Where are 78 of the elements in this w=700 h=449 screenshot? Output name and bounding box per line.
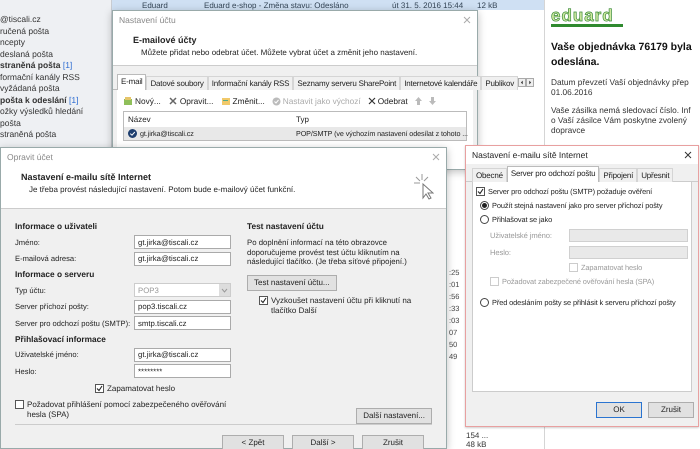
column-header: Název bbox=[128, 115, 152, 124]
folder-item[interactable]: formační kanály RSS bbox=[0, 72, 111, 83]
section-title: Přihlašovací informace bbox=[15, 332, 107, 346]
tab[interactable]: Internetové kalendáře bbox=[400, 76, 482, 90]
checkbox[interactable] bbox=[95, 384, 104, 392]
auto-test-checkbox[interactable]: Vyzkoušet nastavení účtu při kliknutí na tlačítko Další bbox=[259, 296, 432, 316]
close-icon[interactable] bbox=[684, 151, 692, 159]
message-size: 12 kB bbox=[477, 0, 498, 10]
cursor-sparkle-icon bbox=[412, 172, 434, 200]
dialog-button[interactable]: Další > bbox=[292, 434, 354, 449]
scroll-right-icon[interactable] bbox=[526, 78, 534, 87]
folder-item[interactable]: ožky výsledků hledání bbox=[0, 106, 111, 118]
tab[interactable]: Seznamy serveru SharePoint bbox=[293, 76, 400, 90]
dialog-heading: E-mailové účty bbox=[133, 35, 198, 45]
folder-item[interactable]: @tiscali.cz bbox=[0, 14, 111, 26]
toolbar-button[interactable]: Odebrat bbox=[368, 96, 408, 106]
dialog-button[interactable]: Zrušit bbox=[648, 402, 694, 418]
tab[interactable]: Server pro odchozí poštu bbox=[506, 166, 600, 182]
dialog-button[interactable]: Zrušit bbox=[362, 434, 424, 449]
email-heading: Vaše objednávka 76179 byla bbox=[551, 41, 693, 54]
dialog-button[interactable]: OK bbox=[596, 402, 642, 418]
section-title: Test nastavení účtu bbox=[247, 220, 325, 233]
tab[interactable]: Připojení bbox=[599, 168, 638, 182]
email-text: o Vaší zásilce Vám poskytne zvolený bbox=[551, 115, 688, 125]
toolbar-button[interactable]: Změnit... bbox=[220, 96, 265, 106]
test-button[interactable]: Test nastavení účtu... bbox=[247, 274, 337, 290]
section-title: Informace o uživateli bbox=[15, 220, 98, 233]
checkbox[interactable] bbox=[476, 187, 485, 196]
window-title: Nastavení účtu bbox=[119, 15, 176, 25]
email-text: 01.06.2016 bbox=[551, 87, 594, 97]
tab[interactable]: Publikov bbox=[481, 76, 518, 90]
tab[interactable]: E-mail bbox=[117, 74, 146, 90]
toolbar-button[interactable]: Opravit... bbox=[168, 96, 214, 106]
email-text: dopravce bbox=[551, 125, 586, 135]
folder-item[interactable]: vyžádaná pošta bbox=[0, 83, 111, 94]
checkbox[interactable] bbox=[15, 400, 24, 408]
remove-icon bbox=[368, 97, 376, 105]
message-subject: Eduard e-shop - Změna stavu: Odesláno bbox=[204, 0, 350, 10]
folder-item[interactable]: pošta bbox=[0, 118, 111, 129]
section-title: Informace o serveru bbox=[15, 268, 96, 281]
tab[interactable]: Informační kanály RSS bbox=[208, 76, 294, 90]
window-title: Nastavení e-mailu sítě Internet bbox=[472, 150, 588, 160]
mailbox-icon bbox=[123, 96, 133, 106]
folder-item[interactable]: pošta k odeslání [1] bbox=[0, 94, 111, 106]
column-header: Typ bbox=[296, 115, 310, 124]
email-heading: odeslána. bbox=[551, 56, 600, 69]
check-circle-icon bbox=[272, 96, 281, 106]
email-text: Datum převzetí Vaší objednávky přep bbox=[551, 77, 690, 87]
folder-item[interactable]: ncepty bbox=[0, 37, 111, 48]
folder-item[interactable]: straněná pošta [1] bbox=[0, 60, 111, 72]
email-text: Vaše zásilka nemá sledovací číslo. Inf bbox=[551, 105, 692, 115]
dialog-heading: Nastavení e-mailu sítě Internet bbox=[21, 172, 152, 182]
tab[interactable]: Obecné bbox=[472, 168, 507, 182]
spa-checkbox[interactable]: Požadovat přihlášení pomocí zabezpečeného ověřování hesla (SPA) bbox=[15, 400, 231, 420]
checkbox[interactable] bbox=[259, 296, 268, 304]
window-title: Opravit účet bbox=[7, 152, 53, 162]
logo: eduard bbox=[551, 8, 623, 27]
dialog-subtitle: Můžete přidat nebo odebrat účet. Můžete vybrat účet a změnit jeho nastavení. bbox=[140, 48, 418, 57]
folder-item[interactable]: straněná pošta bbox=[0, 129, 111, 140]
remember-password-checkbox[interactable]: Zapamatovat heslo bbox=[95, 384, 231, 394]
tab[interactable]: Upřesnit bbox=[637, 168, 674, 182]
radio-button[interactable] bbox=[480, 298, 489, 307]
message-size: 154 ... bbox=[466, 431, 488, 440]
folder-item[interactable]: ručená pošta bbox=[0, 26, 111, 37]
radio-button[interactable] bbox=[480, 201, 489, 210]
radio-button[interactable] bbox=[480, 215, 489, 224]
dialog-subtitle: Je třeba provést následující nastavení. Potom bude e-mailový účet funkční. bbox=[28, 185, 296, 194]
tab[interactable]: Datové soubory bbox=[146, 76, 208, 90]
message-date: út 31. 5. 2016 15:44 bbox=[392, 0, 464, 10]
card-icon bbox=[220, 96, 230, 106]
folder-item[interactable]: deslaná pošta bbox=[0, 48, 111, 60]
more-settings-button[interactable]: Další nastavení... bbox=[356, 408, 432, 424]
dialog-button[interactable]: < Zpět bbox=[222, 434, 284, 449]
scroll-left-icon[interactable] bbox=[518, 78, 526, 87]
message-sender: Eduard bbox=[142, 0, 169, 10]
toolbar-button[interactable]: Nový... bbox=[123, 96, 161, 106]
message-row[interactable]: Eduard Eduard e-shop - Změna stavu: Odesláno út 31. 5. 2016 15:44 12 kB bbox=[112, 0, 544, 10]
message-size: 48 kB bbox=[466, 440, 486, 449]
